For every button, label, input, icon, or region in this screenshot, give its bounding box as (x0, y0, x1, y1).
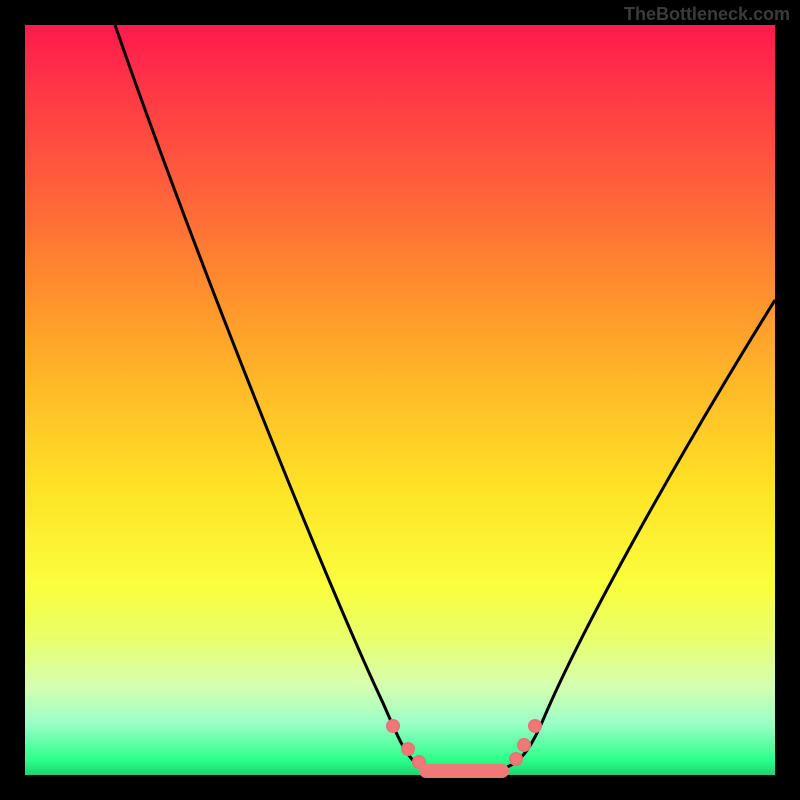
valley-floor-bead (419, 764, 509, 778)
gradient-plot-area (25, 25, 775, 775)
valley-bead (517, 738, 531, 752)
valley-bead (528, 719, 542, 733)
chart-frame: TheBottleneck.com (0, 0, 800, 800)
attribution-text: TheBottleneck.com (624, 4, 790, 25)
valley-bead (386, 719, 400, 733)
valley-bead (401, 742, 415, 756)
valley-bead (509, 752, 523, 766)
